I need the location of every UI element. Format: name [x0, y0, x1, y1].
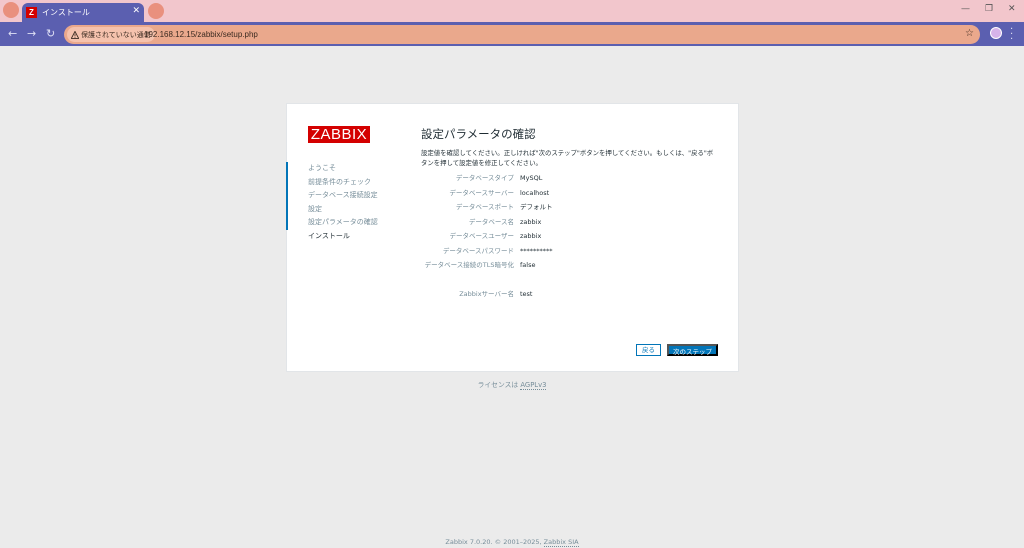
param-label: データベースポート — [455, 203, 514, 211]
tab-close-icon[interactable]: ✕ — [132, 6, 140, 16]
zabbix-logo: ZABBIX — [308, 126, 370, 143]
step-settings: 設定 — [286, 202, 407, 217]
param-row-server-name: Zabbixサーバー名 test — [421, 289, 721, 299]
param-label: データベース名 — [468, 217, 514, 226]
tab-title: インストール — [42, 8, 90, 17]
new-tab-button[interactable] — [148, 3, 164, 19]
browser-menu-icon[interactable]: · · · — [1010, 25, 1013, 45]
browser-toolbar: ← → ↻ 保護されていない通信 192.168.12.15/zabbix/se… — [0, 22, 1024, 46]
param-label: データベースパスワード — [442, 246, 514, 255]
param-label: データベース接続のTLS暗号化 — [424, 261, 514, 269]
warning-icon — [71, 30, 79, 39]
close-window-icon[interactable]: ✕ — [1008, 4, 1016, 14]
param-label: データベースサーバー — [449, 188, 514, 197]
param-value: zabbix — [520, 217, 542, 226]
license-link[interactable]: AGPLv3 — [520, 381, 547, 390]
address-bar[interactable]: 保護されていない通信 192.168.12.15/zabbix/setup.ph… — [64, 25, 980, 44]
page-title: 設定パラメータの確認 — [421, 127, 536, 141]
step-prerequisites: 前提条件のチェック — [286, 175, 407, 190]
minimize-icon[interactable]: — — [961, 4, 970, 14]
tab-search-button[interactable] — [3, 2, 19, 18]
param-row-db-server: データベースサーバー localhost — [421, 188, 721, 198]
param-row-db-user: データベースユーザー zabbix — [421, 231, 721, 241]
step-summary: 設定パラメータの確認 — [286, 216, 407, 230]
zabbix-favicon-icon: Z — [26, 7, 37, 18]
step-welcome: ようこそ — [286, 162, 407, 176]
param-row-db-password: データベースパスワード ********** — [421, 246, 721, 256]
param-value: ********** — [520, 246, 553, 255]
browser-tab[interactable]: Z インストール ✕ — [22, 3, 144, 22]
step-db-connection: データベース接続設定 — [286, 189, 407, 203]
restore-icon[interactable]: ❐ — [985, 4, 993, 14]
back-button[interactable]: 戻る — [636, 344, 661, 356]
next-step-button[interactable]: 次のステップ — [667, 344, 718, 356]
security-label: 保護されていない通信 — [81, 30, 151, 39]
param-value: zabbix — [520, 232, 542, 240]
profile-avatar[interactable] — [990, 27, 1002, 39]
browser-titlebar: Z インストール ✕ — ❐ ✕ — [0, 0, 1024, 22]
step-install: インストール — [308, 231, 350, 240]
url-text[interactable]: 192.168.12.15/zabbix/setup.php — [144, 30, 258, 39]
param-value: デフォルト — [520, 203, 553, 211]
param-row-db-tls: データベース接続のTLS暗号化 false — [421, 260, 721, 270]
page-footer: Zabbix 7.0.20. © 2001–2025, Zabbix SIA — [0, 538, 1024, 547]
license-notice: ライセンスは AGPLv3 — [0, 379, 1024, 390]
param-label: データベースユーザー — [449, 232, 514, 240]
param-row-db-name: データベース名 zabbix — [421, 217, 721, 227]
setup-card: ZABBIX ようこそ 前提条件のチェック データベース接続設定 設定 設定パラ… — [286, 103, 739, 372]
footer-link[interactable]: Zabbix SIA — [543, 538, 579, 547]
reload-icon[interactable]: ↻ — [46, 27, 55, 40]
footer-text: Zabbix 7.0.20. © 2001–2025, — [445, 538, 544, 546]
param-value: localhost — [520, 188, 550, 197]
bookmark-star-icon[interactable]: ☆ — [965, 28, 974, 39]
forward-arrow-icon[interactable]: → — [27, 27, 36, 40]
setup-steps: ようこそ 前提条件のチェック データベース接続設定 設定 設定パラメータの確認 … — [286, 162, 407, 243]
param-label: Zabbixサーバー名 — [459, 290, 514, 298]
param-value: MySQL — [520, 174, 543, 182]
param-row-db-type: データベースタイプ MySQL — [421, 173, 721, 183]
param-value: test — [520, 290, 533, 298]
license-text: ライセンスは — [477, 381, 519, 389]
setup-content: 設定パラメータの確認 設定値を確認してください。正しければ"次のステップ"ボタン… — [421, 126, 721, 298]
page-description: 設定値を確認してください。正しければ"次のステップ"ボタンを押してください。もし… — [421, 149, 714, 167]
security-chip[interactable]: 保護されていない通信 — [67, 27, 155, 42]
back-arrow-icon[interactable]: ← — [8, 27, 17, 40]
param-row-db-port: データベースポート デフォルト — [421, 202, 721, 212]
param-label: データベースタイプ — [455, 174, 514, 182]
param-value: false — [520, 261, 536, 269]
